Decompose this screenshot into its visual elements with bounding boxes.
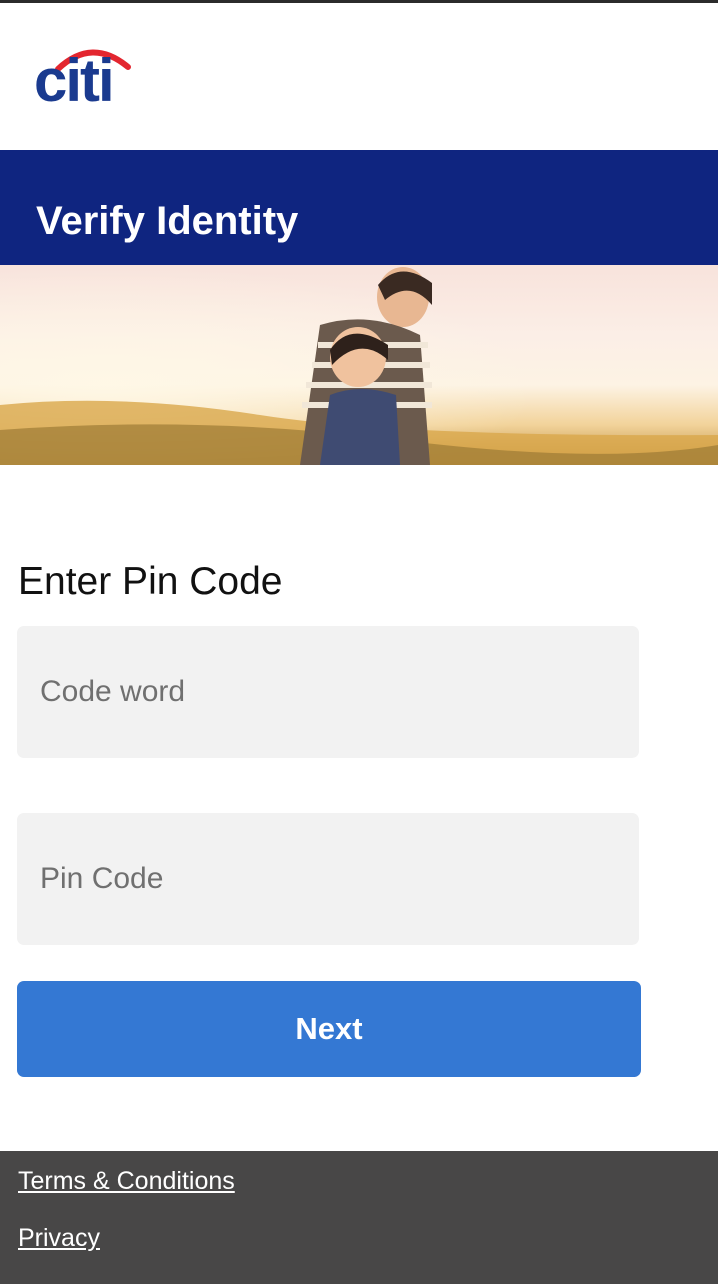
citi-logo[interactable]: citi <box>32 41 132 114</box>
verify-banner: Verify Identity <box>0 150 718 265</box>
code-word-input[interactable] <box>17 626 639 758</box>
enter-pin-heading: Enter Pin Code <box>18 560 283 603</box>
hero-image <box>0 265 718 465</box>
site-footer: Terms & Conditions Privacy <box>0 1151 718 1284</box>
pin-code-input[interactable] <box>17 813 639 945</box>
site-header: citi <box>0 3 718 150</box>
next-button[interactable]: Next <box>17 981 641 1077</box>
terms-link[interactable]: Terms & Conditions <box>18 1167 235 1196</box>
privacy-link[interactable]: Privacy <box>18 1224 100 1253</box>
page-title: Verify Identity <box>36 199 299 243</box>
logo-text: citi <box>34 47 115 114</box>
